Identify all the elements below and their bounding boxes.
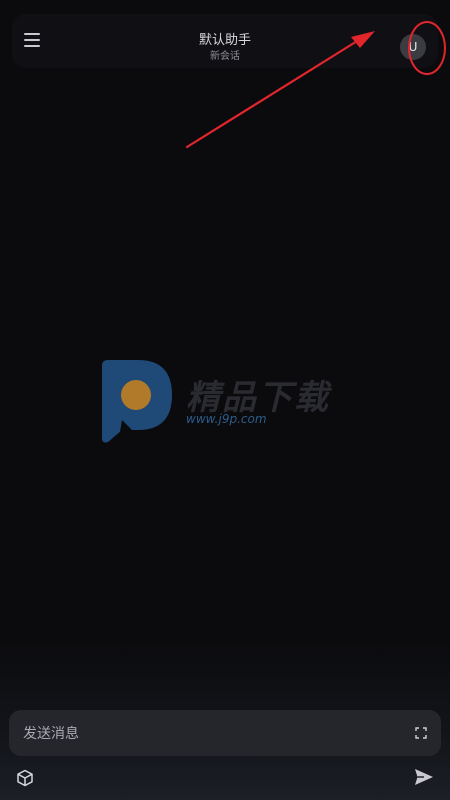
expand-icon[interactable] [415,727,427,739]
top-header: 默认助手 新会话 U [12,14,438,68]
watermark-logo-icon [102,360,172,443]
session-subtitle: 新会话 [210,51,240,62]
annotation-circle [408,21,446,75]
watermark-url: www.j9p.com [186,412,267,426]
cube-icon[interactable] [16,769,34,787]
message-input[interactable] [21,710,395,758]
message-composer [9,710,441,758]
send-icon[interactable] [414,768,434,786]
assistant-title: 默认助手 [198,33,251,48]
title-area: 默认助手 新会话 [12,33,438,63]
